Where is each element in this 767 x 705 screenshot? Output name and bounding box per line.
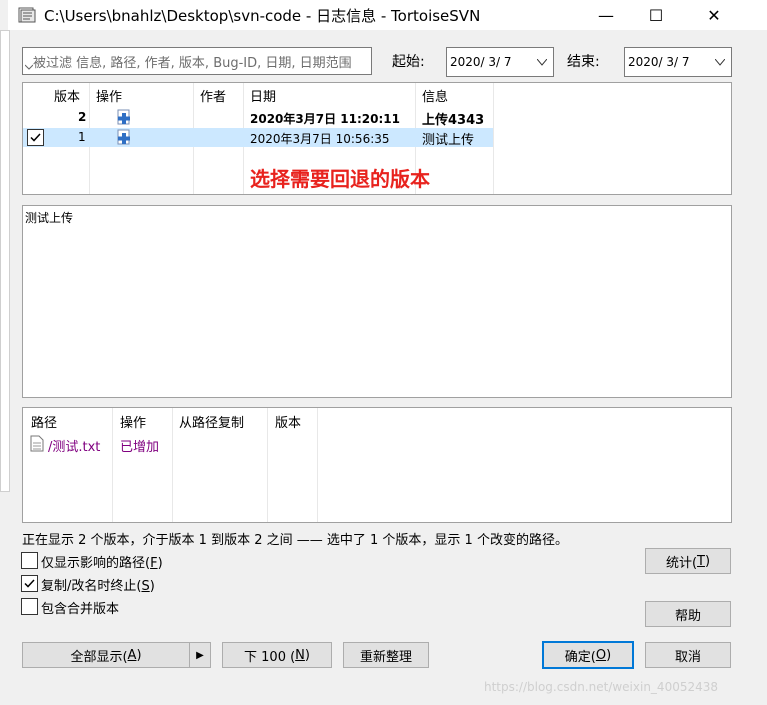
revision-list[interactable]: 版本 操作 作者 日期 信息 2 2020年3月7日 11:20:11 上传43… xyxy=(22,82,732,195)
revision-date: 2020年3月7日 11:20:11 xyxy=(250,112,400,126)
stop-on-copy-checkbox[interactable] xyxy=(21,575,38,592)
column-header-revision[interactable]: 版本 xyxy=(275,412,301,431)
show-all-button[interactable]: 全部显示(A) xyxy=(22,642,190,668)
start-date-picker[interactable]: 2020/ 3/ 7 xyxy=(446,47,554,77)
statistics-button[interactable]: 统计(T) xyxy=(645,548,731,574)
revision-number: 1 xyxy=(78,130,86,144)
start-date-value: 2020/ 3/ 7 xyxy=(450,55,512,69)
annotation-text: 选择需要回退的版本 xyxy=(250,167,430,191)
file-icon xyxy=(30,435,44,452)
end-date-value: 2020/ 3/ 7 xyxy=(628,55,690,69)
stop-on-copy-label[interactable]: 复制/改名时终止(S) xyxy=(41,575,155,594)
title-bar: C:\Users\bnahlz\Desktop\svn-code - 日志信息 … xyxy=(8,0,767,30)
added-action-icon xyxy=(117,129,130,145)
ok-button[interactable]: 确定(O) xyxy=(542,641,634,669)
include-merged-checkbox[interactable] xyxy=(21,598,38,615)
column-header-action[interactable]: 操作 xyxy=(96,86,122,105)
column-header-message[interactable]: 信息 xyxy=(422,86,448,105)
help-button[interactable]: 帮助 xyxy=(645,601,731,627)
changed-paths-list[interactable]: 路径 操作 从路径复制 版本 /测试.txt 已增加 xyxy=(22,407,732,523)
tortoisesvn-app-icon xyxy=(18,7,36,23)
start-date-label: 起始: xyxy=(392,54,425,70)
revision-date: 2020年3月7日 10:56:35 xyxy=(250,132,390,146)
log-message-box[interactable]: 测试上传 xyxy=(22,205,732,398)
watermark-text: https://blog.csdn.net/weixin_40052438 xyxy=(484,680,719,694)
maximize-icon: ☐ xyxy=(648,5,664,25)
filter-input[interactable]: 被过滤 信息, 路径, 作者, 版本, Bug-ID, 日期, 日期范围 xyxy=(22,47,372,75)
end-date-picker[interactable]: 2020/ 3/ 7 xyxy=(624,47,732,77)
status-text: 正在显示 2 个版本，介于版本 1 到版本 2 之间 —— 选中了 1 个版本，… xyxy=(22,533,568,548)
arrow-right-icon: ▶ xyxy=(196,649,204,661)
chevron-down-icon xyxy=(715,59,725,66)
search-dropdown-icon[interactable] xyxy=(25,63,33,71)
maximize-button[interactable]: ☐ xyxy=(633,0,679,30)
column-header-author[interactable]: 作者 xyxy=(200,86,226,105)
filter-placeholder: 被过滤 信息, 路径, 作者, 版本, Bug-ID, 日期, 日期范围 xyxy=(33,56,352,71)
show-all-dropdown-button[interactable]: ▶ xyxy=(189,642,211,668)
only-affected-paths-label[interactable]: 仅显示影响的路径(F) xyxy=(41,552,163,571)
revision-checkbox[interactable] xyxy=(27,129,44,146)
end-date-label: 结束: xyxy=(567,54,600,70)
revision-message: 测试上传 xyxy=(422,133,475,148)
close-icon: ✕ xyxy=(707,5,721,25)
close-button[interactable]: ✕ xyxy=(691,0,737,30)
column-header-path[interactable]: 路径 xyxy=(31,412,57,431)
log-message-text: 测试上传 xyxy=(25,211,74,225)
next-100-button[interactable]: 下 100 (N) xyxy=(222,642,332,668)
column-header-action[interactable]: 操作 xyxy=(120,412,146,431)
table-row-selected[interactable]: 1 2020年3月7日 10:56:35 测试上传 xyxy=(23,128,493,148)
table-row[interactable]: /测试.txt 已增加 xyxy=(23,434,317,455)
path-action: 已增加 xyxy=(120,440,160,455)
minimize-icon: — xyxy=(598,5,614,25)
chevron-down-icon xyxy=(537,59,547,66)
window-title: C:\Users\bnahlz\Desktop\svn-code - 日志信息 … xyxy=(44,7,481,25)
minimize-button[interactable]: — xyxy=(583,0,629,30)
only-affected-paths-checkbox[interactable] xyxy=(21,552,38,569)
revision-number: 2 xyxy=(78,110,87,124)
checkmark-icon xyxy=(24,579,35,588)
refresh-button[interactable]: 重新整理 xyxy=(343,642,429,668)
cancel-button[interactable]: 取消 xyxy=(645,642,731,668)
added-action-icon xyxy=(117,109,130,125)
column-header-date[interactable]: 日期 xyxy=(250,86,276,105)
column-header-copy-from[interactable]: 从路径复制 xyxy=(179,412,244,431)
checkmark-icon xyxy=(30,133,41,142)
path-value: /测试.txt xyxy=(48,440,101,455)
background-window-fragment xyxy=(0,30,10,492)
revision-message: 上传4343 xyxy=(422,113,485,128)
table-row[interactable]: 2 2020年3月7日 11:20:11 上传4343 xyxy=(23,108,493,128)
include-merged-label[interactable]: 包含合并版本 xyxy=(41,598,119,617)
column-header-revision[interactable]: 版本 xyxy=(54,86,80,105)
